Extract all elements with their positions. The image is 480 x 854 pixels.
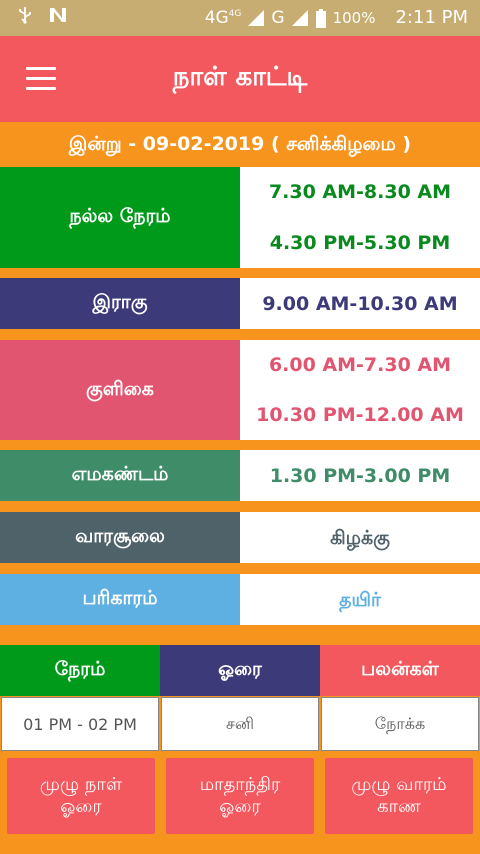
- vaarasoolai-value-text: கிழக்கு: [330, 526, 390, 549]
- usb-icon: [16, 6, 34, 24]
- nalla-neram-value-2: 4.30 PM-5.30 PM: [269, 231, 451, 254]
- clock: 2:11 PM: [395, 7, 468, 28]
- kuligai-value-1: 6.00 AM-7.30 AM: [268, 354, 452, 376]
- status-bar: 4G 4G G 100% 2:11 PM: [0, 0, 480, 36]
- n-notification-icon: [48, 6, 66, 24]
- today-date-line: இன்று - 09-02-2019 ( சனிக்கிழமை ): [68, 133, 412, 155]
- raagu-value-text: 9.00 AM-10.30 AM: [262, 292, 458, 315]
- network-type-small: 4G: [228, 8, 242, 19]
- row-parigaram: பரிகாரம் தயிர்: [0, 574, 480, 625]
- emagandam-value-text: 1.30 PM-3.00 PM: [269, 464, 451, 487]
- raagu-value: 9.00 AM-10.30 AM: [240, 278, 480, 329]
- battery-icon: [315, 8, 327, 28]
- kuligai-label: குளிகை: [0, 340, 240, 440]
- full-day-hora-line1: முழு நாள்: [39, 774, 123, 795]
- app-bar: நாள் காட்டி: [0, 36, 480, 122]
- monthly-hora-line1: மாதாந்திர: [199, 774, 281, 795]
- network-type: 4G: [204, 7, 229, 28]
- hora-header-time: நேரம்: [0, 645, 160, 696]
- hora-cell-result: நோக்க: [321, 697, 479, 751]
- parigaram-value-text: தயிர்: [339, 588, 381, 611]
- battery-percent: 100%: [332, 8, 376, 27]
- full-week-view-line1: முழு வாரம்: [351, 774, 447, 795]
- full-day-hora-line2: ஓரை: [60, 796, 102, 817]
- hora-cell-time: 01 PM - 02 PM: [1, 697, 159, 751]
- row-vaarasoolai: வாரசூலை கிழக்கு: [0, 512, 480, 563]
- row-nalla-neram: நல்ல நேரம் 7.30 AM-8.30 AM 4.30 PM-5.30 …: [0, 167, 480, 268]
- row-emagandam: எமகண்டம் 1.30 PM-3.00 PM: [0, 450, 480, 501]
- raagu-label: இராகு: [0, 278, 240, 329]
- row-kuligai: குளிகை 6.00 AM-7.30 AM 10.30 PM-12.00 AM: [0, 340, 480, 440]
- parigaram-label: பரிகாரம்: [0, 574, 240, 625]
- kuligai-value-2: 10.30 PM-12.00 AM: [256, 404, 464, 426]
- hora-cell-hora: சனி: [161, 697, 319, 751]
- emagandam-label: எமகண்டம்: [0, 450, 240, 501]
- row-raagu: இராகு 9.00 AM-10.30 AM: [0, 278, 480, 329]
- hora-header-hora: ஓரை: [160, 645, 320, 696]
- full-week-view-line2: காண: [377, 796, 421, 817]
- signal-icon-2: [291, 9, 309, 27]
- nalla-neram-label: நல்ல நேரம்: [0, 167, 240, 268]
- emagandam-value: 1.30 PM-3.00 PM: [240, 450, 480, 501]
- hora-header-results: பலன்கள்: [320, 645, 480, 696]
- page-title: நாள் காட்டி: [172, 62, 308, 92]
- nalla-neram-values: 7.30 AM-8.30 AM 4.30 PM-5.30 PM: [240, 167, 480, 268]
- nalla-neram-value-1: 7.30 AM-8.30 AM: [268, 181, 452, 204]
- monthly-hora-button[interactable]: மாதாந்திர ஓரை: [166, 758, 314, 834]
- carrier-g: G: [271, 7, 285, 28]
- full-day-hora-button[interactable]: முழு நாள் ஓரை: [7, 758, 155, 834]
- vaarasoolai-value: கிழக்கு: [240, 512, 480, 563]
- parigaram-value: தயிர்: [240, 574, 480, 625]
- monthly-hora-line2: ஓரை: [219, 796, 261, 817]
- signal-icon: [247, 9, 265, 27]
- kuligai-values: 6.00 AM-7.30 AM 10.30 PM-12.00 AM: [240, 340, 480, 440]
- vaarasoolai-label: வாரசூலை: [0, 512, 240, 563]
- full-week-view-button[interactable]: முழு வாரம் காண: [325, 758, 473, 834]
